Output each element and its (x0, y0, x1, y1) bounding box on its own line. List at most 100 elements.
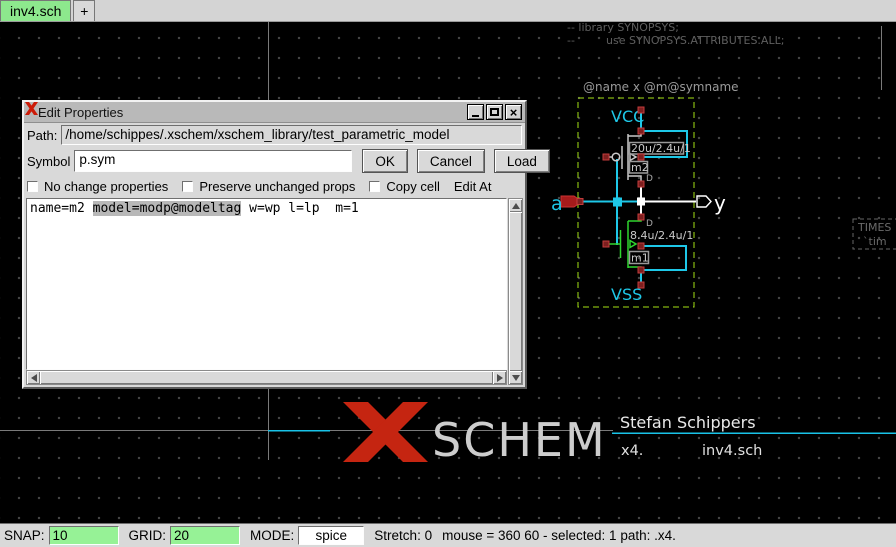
checkbox-label: Preserve unchanged props (199, 179, 355, 194)
right-text-1: TIMES (857, 221, 891, 234)
pin-square[interactable] (638, 154, 644, 160)
nmos-bulk-wire[interactable] (644, 246, 686, 270)
wire-junction-cyan[interactable] (613, 198, 622, 207)
sheet-instance-text: x4. (621, 443, 643, 459)
pin-square[interactable] (577, 199, 583, 205)
pin-square[interactable] (638, 181, 644, 187)
arrow-left-icon (31, 374, 37, 382)
scroll-down-button[interactable] (509, 371, 522, 384)
mouse-status: mouse = 360 60 - selected: 1 path: .x4. (442, 528, 676, 543)
path-field[interactable]: /home/schippes/.xschem/xschem_library/te… (61, 125, 522, 145)
pmos-size-label[interactable]: 20u/2.4u/1 (631, 142, 691, 155)
pin-square[interactable] (603, 241, 609, 247)
schematic-canvas[interactable]: -- library SYNOPSYS; -- use SYNOPSYS.ATT… (0, 22, 896, 523)
selection-bounding-box (578, 98, 694, 307)
snap-label: SNAP: (4, 528, 45, 543)
grid-label: GRID: (129, 528, 167, 543)
pin-square[interactable] (638, 128, 644, 134)
close-icon: × (510, 106, 518, 119)
horizontal-scrollbar[interactable] (26, 370, 507, 385)
edit-attributes-clipped-text[interactable]: Edit At (454, 179, 492, 194)
arrow-right-icon (497, 374, 503, 382)
checkbox-label: Copy cell (386, 179, 439, 194)
comment-line-2: use SYNOPSYS.ATTRIBUTES.ALL; (606, 34, 784, 47)
checkbox-icon (27, 181, 38, 192)
nmos-m1-instance[interactable]: 8.4u/2.4u/1 m1 D (608, 218, 693, 271)
author-text: Stefan Schippers (620, 413, 756, 432)
maximize-button[interactable] (486, 104, 503, 120)
minimize-icon (472, 115, 479, 117)
tab-inv4-sch[interactable]: inv4.sch (0, 0, 71, 21)
nmos-size-label[interactable]: 8.4u/2.4u/1 (630, 229, 693, 242)
prop-text-selected: model=modp@modeltag (93, 201, 242, 216)
checkbox-icon (182, 181, 193, 192)
pin-square[interactable] (638, 214, 644, 220)
comment-line-1: -- library SYNOPSYS; (567, 22, 679, 34)
arrow-up-icon (512, 203, 520, 209)
scroll-right-button[interactable] (493, 371, 506, 384)
right-text-2: `tim (863, 235, 887, 248)
dialog-title: Edit Properties (38, 105, 123, 120)
comment-line-2-dash: -- (567, 34, 575, 47)
path-label: Path: (27, 128, 57, 143)
output-wires[interactable] (641, 184, 696, 217)
prop-text: name=m2 (30, 201, 93, 216)
vertical-scrollbar[interactable] (508, 198, 523, 385)
pin-square[interactable] (638, 107, 644, 113)
close-button[interactable]: × (505, 104, 522, 120)
mode-input[interactable]: spice (298, 526, 364, 545)
output-pin-label[interactable]: y (714, 191, 726, 215)
properties-text-region: name=m2 model=modp@modeltag w=wp l=lp m=… (26, 198, 523, 385)
pin-square[interactable] (603, 154, 609, 160)
cancel-button[interactable]: Cancel (417, 149, 485, 173)
maximize-icon (490, 108, 499, 116)
vhdl-comments: -- library SYNOPSYS; -- use SYNOPSYS.ATT… (567, 22, 784, 47)
horizontal-scroll-thumb[interactable] (40, 371, 493, 384)
load-button[interactable]: Load (494, 149, 550, 173)
logo-brand-text: SCHEM (432, 413, 607, 467)
xschem-app-icon (24, 102, 39, 116)
tab-bar: inv4.sch + (0, 0, 896, 22)
minimize-button[interactable] (467, 104, 484, 120)
xschem-window: inv4.sch + -- library SYNOPSYS; -- use S… (0, 0, 896, 547)
vertical-scroll-thumb[interactable] (509, 212, 522, 371)
timescale-fragment: TIMES `tim (853, 219, 896, 249)
pin-square[interactable] (638, 267, 644, 273)
pmos-m2-instance[interactable]: 20u/2.4u/1 m2 D (608, 132, 691, 184)
wire-junction-white[interactable] (637, 198, 645, 206)
tab-label: inv4.sch (10, 3, 61, 19)
nmos-name-label[interactable]: m1 (631, 252, 649, 265)
pin-square[interactable] (638, 282, 644, 288)
copy-cell-checkbox[interactable]: Copy cell (369, 179, 439, 194)
properties-textarea[interactable]: name=m2 model=modp@modeltag w=wp l=lp m=… (26, 198, 507, 370)
sheet-filename-text: inv4.sch (702, 443, 762, 459)
output-pin-shape[interactable] (697, 196, 711, 207)
preserve-unchanged-props-checkbox[interactable]: Preserve unchanged props (182, 179, 355, 194)
snap-input[interactable]: 10 (49, 526, 119, 545)
ok-button[interactable]: OK (362, 149, 408, 173)
input-pin-label[interactable]: a (551, 193, 563, 215)
status-bar: SNAP: 10 GRID: 20 MODE: spice Stretch: 0… (0, 523, 896, 547)
no-change-properties-checkbox[interactable]: No change properties (27, 179, 168, 194)
symbol-label: Symbol (27, 154, 70, 169)
stretch-status: Stretch: 0 (374, 528, 432, 543)
pmos-drain-pin-name: D (646, 174, 653, 184)
mode-label: MODE: (250, 528, 294, 543)
arrow-down-icon (512, 375, 520, 381)
dialog-titlebar[interactable]: Edit Properties × (24, 102, 525, 123)
pin-square[interactable] (638, 243, 644, 249)
symbol-input[interactable]: p.sym (74, 150, 352, 172)
nmos-drain-pin-name: D (646, 219, 653, 229)
output-pin-y[interactable]: y (697, 191, 726, 215)
symbol-template-text[interactable]: @name x @m@symname (583, 80, 739, 94)
checkbox-icon (369, 181, 380, 192)
xschem-logo: SCHEM (343, 402, 607, 467)
scroll-up-button[interactable] (509, 199, 522, 212)
pmos-name-label[interactable]: m2 (631, 161, 649, 174)
new-tab-button[interactable]: + (73, 0, 95, 21)
grid-input[interactable]: 20 (170, 526, 240, 545)
prop-text: w=wp l=lp m=1 (241, 201, 358, 216)
scroll-left-button[interactable] (27, 371, 40, 384)
edit-properties-dialog: Edit Properties × Path: /home/schippes/.… (22, 100, 527, 389)
pmos-bubble-icon (612, 153, 620, 161)
